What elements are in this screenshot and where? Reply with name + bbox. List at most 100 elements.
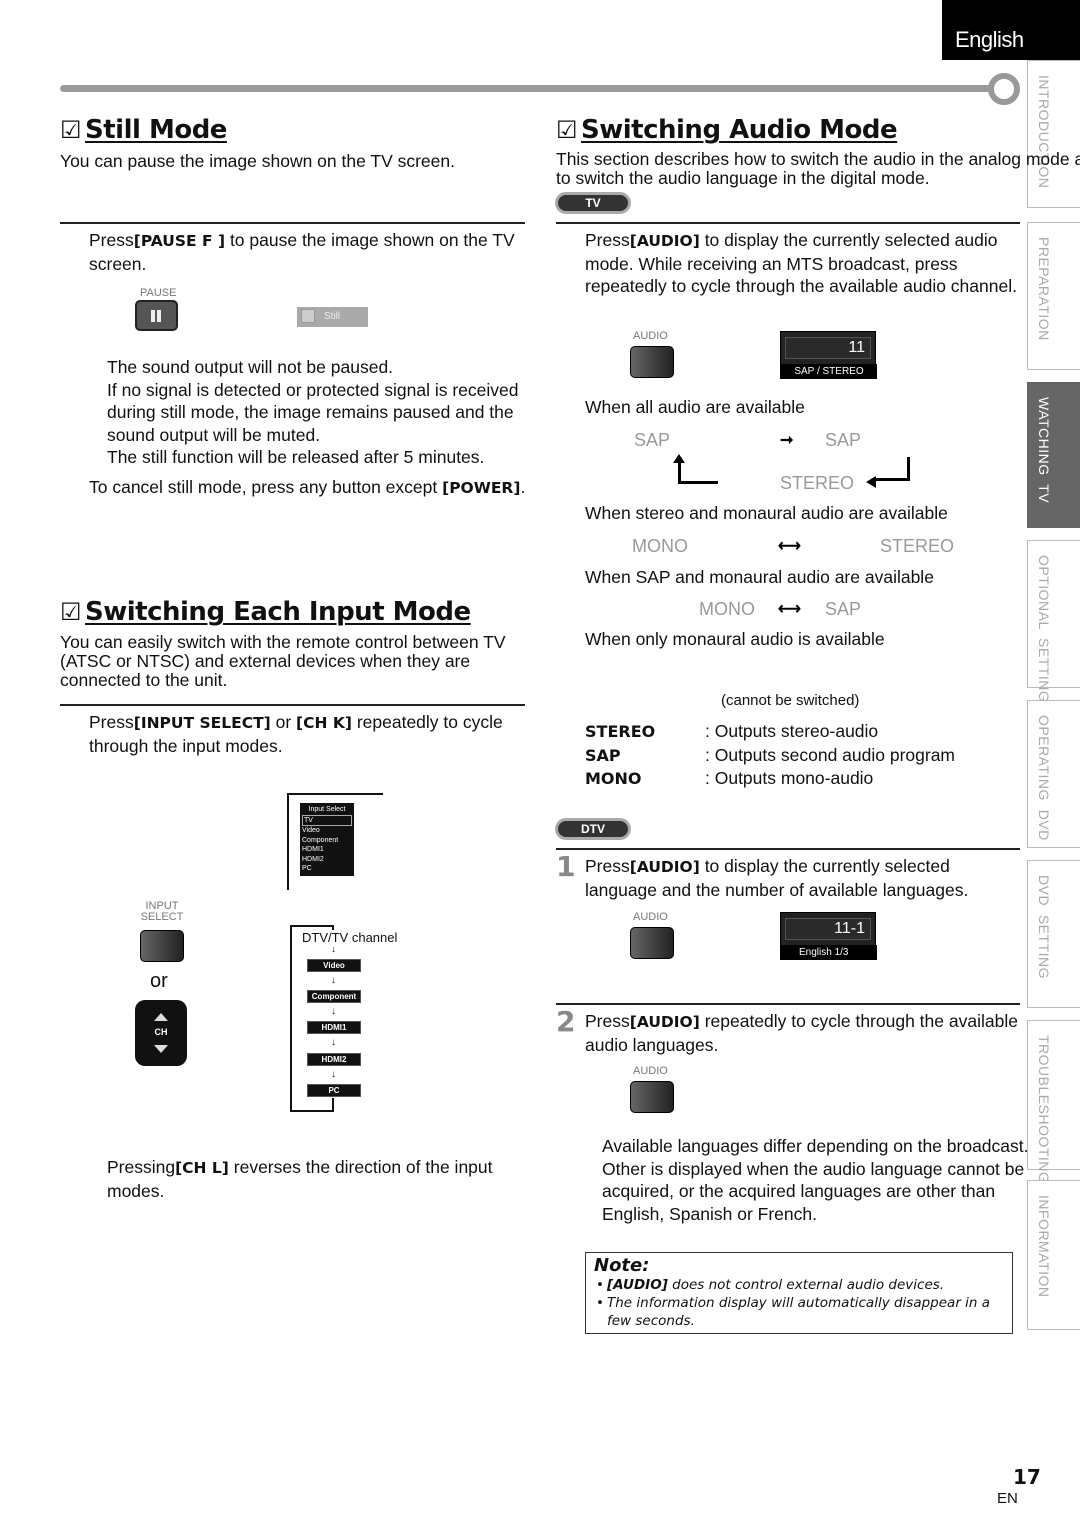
audio-button-label: AUDIO — [633, 1065, 668, 1077]
case-all-label: When all audio are available — [585, 397, 805, 417]
menu-title: Input Select — [308, 806, 346, 813]
checkbox-icon: ☑ — [60, 598, 82, 626]
still-mode-title: Still Mode — [85, 115, 227, 145]
step-text: Press — [585, 230, 630, 250]
audio-option: STEREO — [880, 536, 955, 556]
header-divider-knob — [988, 73, 1020, 105]
input-select-menu: Input Select TV Video Component HDMI1 HD… — [300, 803, 354, 876]
left-arrow-icon — [866, 476, 876, 488]
note-text: does not control external audio devices. — [667, 1277, 945, 1293]
audio-option: SAP — [825, 430, 862, 450]
audio-option: STEREO — [780, 473, 855, 493]
note-box: Note: [AUDIO] does not control external … — [585, 1252, 1013, 1334]
right-arrow-icon: ➞ — [780, 432, 794, 449]
audio-button[interactable] — [630, 927, 674, 959]
side-tab-preparation[interactable]: PREPARATION — [1027, 222, 1080, 370]
or-label: or — [150, 970, 168, 992]
loop-arrow-line — [678, 462, 718, 484]
side-tab-label: DVD SETTING — [1036, 875, 1052, 980]
ch-rocker-button[interactable]: CH — [135, 1000, 187, 1066]
cancel-text: . — [520, 477, 526, 497]
menu-item-selected[interactable]: TV — [302, 814, 352, 826]
flow-item: HDMI1 — [307, 1021, 361, 1034]
input-mode-reverse-note: Pressing[CH L] reverses the direction of… — [107, 1156, 537, 1202]
audio-osd: 11 SAP / STEREO — [780, 331, 877, 379]
pause-button[interactable] — [135, 300, 178, 331]
power-key: [POWER] — [442, 479, 521, 497]
note-item: The sound output will not be paused. — [107, 357, 394, 377]
double-arrow-icon: ⟷ — [778, 538, 801, 555]
step-number: 1 — [556, 850, 576, 883]
step-text: Press — [585, 856, 630, 876]
up-arrow-icon[interactable] — [154, 1013, 168, 1021]
side-tab-label: OPERATING DVD — [1036, 715, 1052, 841]
step-text: Press — [89, 230, 134, 250]
dtv-audio-osd: 11-1 English 1/3 — [780, 912, 877, 960]
side-tab-label: OPTIONAL SETTING — [1036, 555, 1052, 703]
checkbox-icon: ☑ — [556, 116, 578, 144]
case-sap-mono-label: When SAP and monaural audio are availabl… — [585, 567, 934, 587]
cannot-switch-label: (cannot be switched) — [721, 692, 860, 709]
legend-term: SAP — [585, 745, 621, 765]
input-select-button-label: INPUT SELECT — [140, 900, 184, 923]
down-arrow-icon: ↓ — [331, 944, 336, 955]
pause-icon-bar — [151, 310, 155, 322]
side-tab-watching-tv[interactable]: WATCHING TV — [1027, 382, 1080, 528]
input-mode-title: Switching Each Input Mode — [85, 597, 471, 627]
audio-button[interactable] — [630, 346, 674, 378]
side-tab-label: PREPARATION — [1036, 237, 1052, 341]
input-mode-heading: ☑ Switching Each Input Mode — [60, 597, 471, 627]
note-item: If no signal is detected or protected si… — [107, 379, 519, 445]
input-select-key: [INPUT SELECT] — [133, 714, 271, 732]
audio-mode-intro: This section describes how to switch the… — [556, 149, 1080, 188]
step-text: or — [270, 712, 297, 732]
still-mode-heading: ☑ Still Mode — [60, 115, 227, 145]
menu-item[interactable]: HDMI2 — [302, 855, 352, 865]
ch-label: CH — [154, 1027, 168, 1037]
side-tab-operating-dvd[interactable]: OPERATING DVD — [1027, 700, 1080, 848]
divider — [60, 704, 525, 706]
audio-button-label: AUDIO — [633, 911, 668, 923]
audio-button[interactable] — [630, 1081, 674, 1113]
ch-up-key: [CH K] — [296, 714, 352, 732]
legend-term: MONO — [585, 769, 642, 788]
side-tab-dvd-setting[interactable]: DVD SETTING — [1027, 860, 1080, 1008]
page-number: 17 — [1013, 1465, 1041, 1489]
flow-item: HDMI2 — [307, 1053, 361, 1066]
audio-option: MONO — [699, 599, 755, 619]
osd-mode: SAP / STEREO — [781, 364, 877, 379]
cancel-text: To cancel still mode, press any button e… — [89, 477, 443, 497]
divider — [556, 848, 1020, 850]
menu-item[interactable]: HDMI1 — [302, 845, 352, 855]
legend-desc: : Outputs second audio program — [705, 744, 956, 765]
divider — [556, 1003, 1020, 1005]
language-tab: English — [942, 0, 1080, 60]
language-code: EN — [997, 1490, 1018, 1507]
flow-start-label: DTV/TV channel — [302, 930, 398, 945]
menu-item[interactable]: Component — [302, 836, 352, 846]
double-arrow-icon: ⟷ — [778, 601, 801, 618]
note-item: The information display will automatical… — [594, 1294, 1004, 1330]
pause-key: [PAUSE F ] — [133, 232, 226, 250]
audio-mode-title: Switching Audio Mode — [581, 115, 898, 145]
note-item: [AUDIO] does not control external audio … — [594, 1276, 1004, 1294]
still-mode-intro: You can pause the image shown on the TV … — [60, 151, 455, 171]
pause-button-label: PAUSE — [140, 287, 177, 299]
down-arrow-icon[interactable] — [154, 1045, 168, 1053]
step-text: Press — [585, 1011, 630, 1031]
audio-key: [AUDIO] — [629, 232, 700, 250]
dtv-step-2: Press[AUDIO] repeatedly to cycle through… — [585, 1010, 1025, 1056]
dtv-step-1: Press[AUDIO] to display the currently se… — [585, 855, 1025, 901]
menu-item[interactable]: PC — [302, 864, 352, 874]
divider — [60, 222, 525, 224]
flow-loop-line — [332, 1098, 334, 1112]
menu-item[interactable]: Video — [302, 826, 352, 836]
side-tab-optional-setting[interactable]: OPTIONAL SETTING — [1027, 540, 1080, 702]
case-mono-only-label: When only monaural audio is available — [585, 629, 885, 649]
input-select-button[interactable] — [140, 930, 184, 962]
pause-icon-bar — [157, 310, 161, 322]
audio-key: [AUDIO] — [607, 1277, 668, 1293]
audio-option: MONO — [632, 536, 688, 556]
still-osd-label: Still — [324, 311, 341, 322]
audio-option: SAP — [825, 599, 862, 619]
